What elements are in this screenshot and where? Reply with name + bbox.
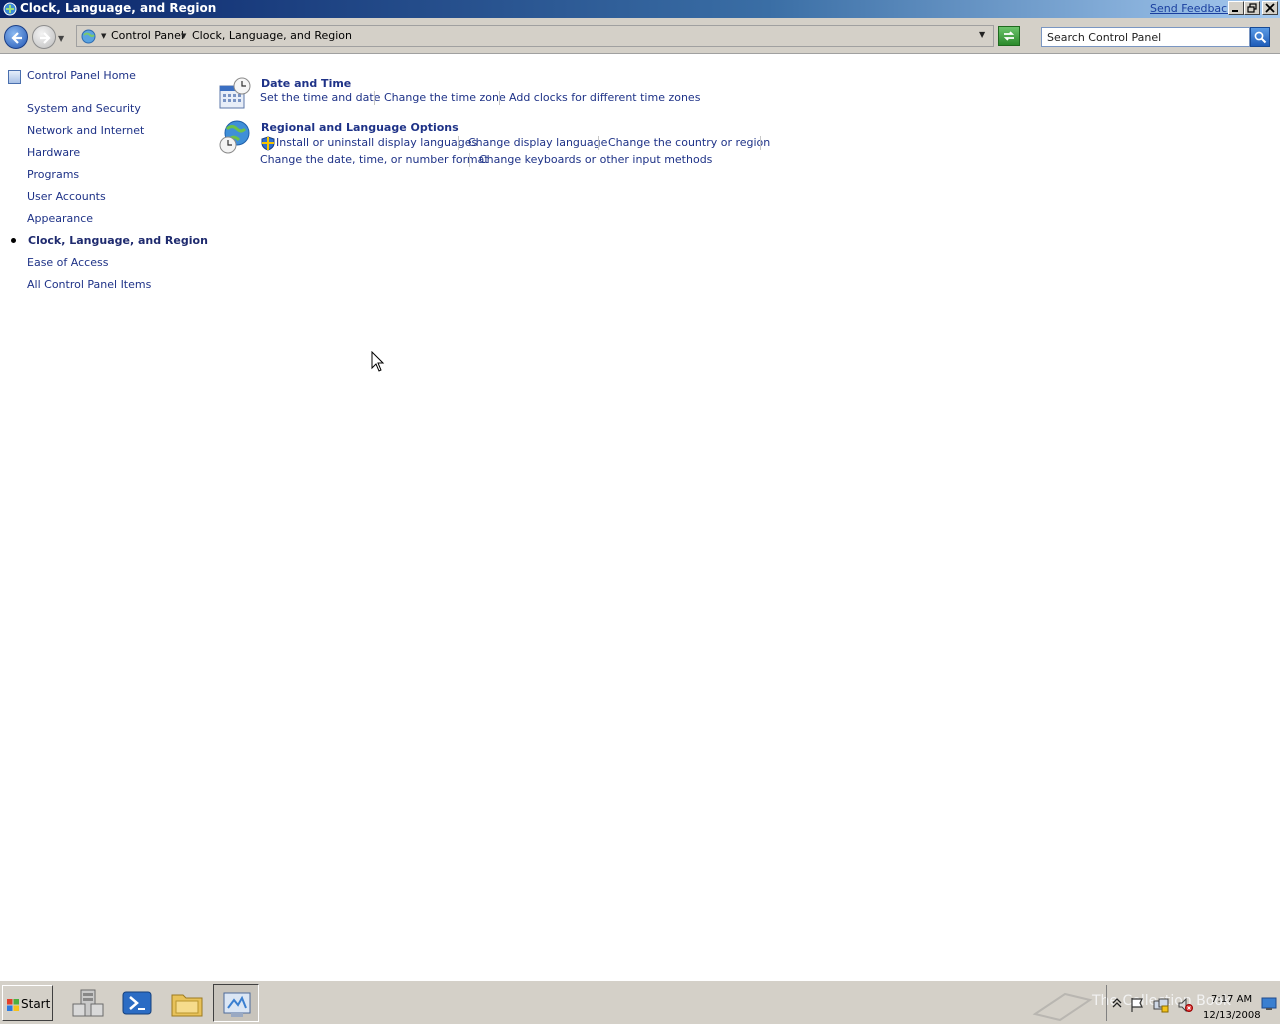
task-change-country-region[interactable]: Change the country or region — [608, 136, 770, 149]
regional-language-options-heading[interactable]: Regional and Language Options — [261, 121, 459, 134]
send-feedback-link[interactable]: Send Feedback — [1150, 2, 1234, 15]
windows-flag-icon — [7, 999, 19, 1011]
control-panel-window-icon — [3, 2, 17, 16]
start-label: Start — [21, 997, 51, 1011]
task-separator — [598, 136, 599, 150]
sidebar-item-clock-language-region[interactable]: Clock, Language, and Region — [28, 234, 208, 247]
explorer-icon[interactable] — [168, 984, 206, 1022]
sidebar-item-appearance[interactable]: Appearance — [27, 212, 93, 225]
sidebar-item-hardware[interactable]: Hardware — [27, 146, 80, 159]
task-separator — [469, 153, 470, 167]
control-panel-home-icon — [8, 70, 21, 84]
current-item-bullet — [11, 238, 16, 243]
task-change-time-zone[interactable]: Change the time zone — [384, 91, 506, 104]
control-panel-home-link[interactable]: Control Panel Home — [27, 69, 136, 82]
forward-button[interactable] — [32, 25, 56, 49]
uac-shield-icon — [261, 136, 275, 151]
sidebar-item-programs[interactable]: Programs — [27, 168, 79, 181]
back-button[interactable] — [4, 25, 28, 49]
task-change-keyboards[interactable]: Change keyboards or other input methods — [479, 153, 712, 166]
active-window-button[interactable] — [213, 984, 259, 1022]
powershell-icon[interactable] — [118, 984, 156, 1022]
forward-arrow-icon — [40, 32, 51, 44]
search-button[interactable] — [1250, 27, 1270, 47]
task-separator — [374, 91, 375, 105]
start-button[interactable]: Start — [2, 985, 53, 1021]
restore-button[interactable] — [1244, 1, 1260, 15]
close-icon — [1265, 3, 1275, 13]
task-change-date-time-number-format[interactable]: Change the date, time, or number format — [260, 153, 489, 166]
show-desktop-icon[interactable] — [1261, 997, 1277, 1011]
volume-muted-icon[interactable] — [1177, 997, 1193, 1013]
address-box[interactable]: ▼ Control Panel ▼ Clock, Language, and R… — [76, 25, 994, 47]
task-install-uninstall-languages[interactable]: Install or uninstall display languages — [276, 136, 477, 149]
recent-pages-dropdown-icon[interactable]: ▼ — [58, 34, 64, 43]
show-hidden-icons-icon[interactable] — [1112, 997, 1122, 1009]
task-separator — [760, 136, 761, 150]
minimize-button[interactable] — [1228, 1, 1244, 15]
globe-clock-icon[interactable] — [218, 119, 252, 155]
sidebar-item-ease-of-access[interactable]: Ease of Access — [27, 256, 108, 269]
task-set-time-and-date[interactable]: Set the time and date — [260, 91, 380, 104]
clock-date[interactable]: 12/13/2008 — [1203, 1010, 1261, 1021]
crumb-root-arrow-icon[interactable]: ▼ — [101, 32, 106, 40]
control-panel-icon — [223, 992, 251, 1017]
task-add-clocks[interactable]: Add clocks for different time zones — [509, 91, 700, 104]
address-history-dropdown-icon[interactable]: ▼ — [979, 30, 985, 39]
task-change-display-language[interactable]: Change display language — [468, 136, 607, 149]
date-and-time-heading[interactable]: Date and Time — [261, 77, 351, 90]
mouse-cursor-icon — [371, 351, 385, 372]
calendar-clock-icon[interactable] — [218, 76, 252, 110]
search-icon — [1254, 31, 1267, 44]
network-icon[interactable] — [1153, 997, 1169, 1013]
sidebar-item-user-accounts[interactable]: User Accounts — [27, 190, 106, 203]
breadcrumb-current[interactable]: Clock, Language, and Region — [192, 29, 352, 42]
sidebar-item-network-and-internet[interactable]: Network and Internet — [27, 124, 144, 137]
sidebar-item-system-and-security[interactable]: System and Security — [27, 102, 141, 115]
server-manager-icon[interactable] — [69, 984, 107, 1022]
task-separator — [458, 136, 459, 150]
search-input[interactable]: Search Control Panel — [1041, 27, 1250, 47]
sidebar-item-all-control-panel-items[interactable]: All Control Panel Items — [27, 278, 151, 291]
crumb-separator-arrow-icon[interactable]: ▼ — [181, 32, 186, 40]
refresh-icon — [1003, 31, 1015, 41]
action-center-flag-icon[interactable] — [1129, 997, 1145, 1013]
refresh-button[interactable] — [998, 26, 1020, 46]
restore-icon — [1247, 3, 1257, 13]
window-title: Clock, Language, and Region — [20, 1, 217, 15]
minimize-icon — [1232, 10, 1238, 12]
close-button[interactable] — [1262, 1, 1278, 15]
clock-time[interactable]: 7:17 AM — [1211, 994, 1252, 1005]
notification-area: 7:17 AM 12/13/2008 — [1106, 985, 1278, 1021]
back-arrow-icon — [11, 32, 22, 44]
taskbar: Start The Collection Book — [0, 980, 1280, 1024]
breadcrumb-control-panel[interactable]: Control Panel — [111, 29, 184, 42]
watermark-book-icon — [1032, 992, 1093, 1022]
title-bar: Clock, Language, and Region Send Feedbac… — [0, 0, 1280, 18]
control-panel-globe-icon — [81, 29, 96, 44]
task-separator — [499, 91, 500, 105]
